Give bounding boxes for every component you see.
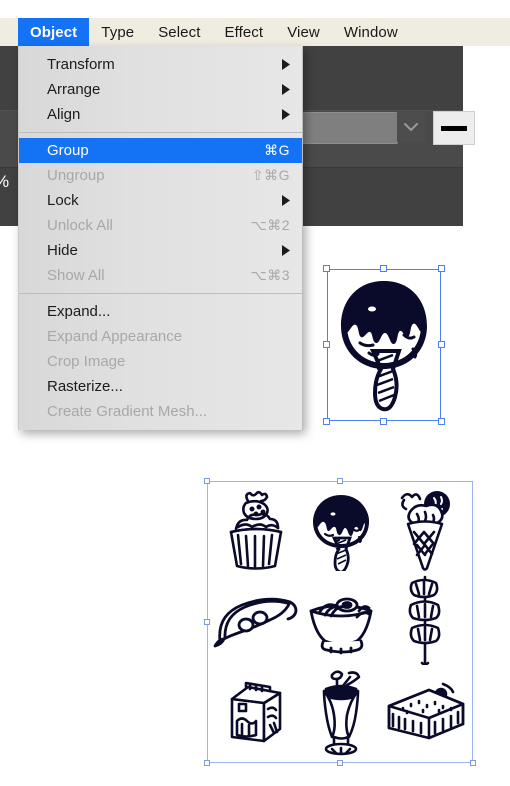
cupcake-with-strawberry-icon bbox=[229, 490, 283, 570]
submenu-arrow-icon bbox=[278, 84, 290, 95]
menu-item-label: Unlock All bbox=[47, 217, 113, 234]
menu-item-label: Expand Appearance bbox=[47, 328, 183, 345]
artwork-cell-cupcake[interactable] bbox=[213, 487, 299, 575]
artwork-grid bbox=[213, 487, 467, 757]
pea-pod-icon bbox=[213, 597, 298, 648]
selection-handle-bottom-right[interactable] bbox=[438, 418, 445, 425]
artboard-food-icons[interactable] bbox=[204, 478, 476, 766]
menubar-item-type[interactable]: Type bbox=[89, 18, 146, 46]
selection-handle-top-left[interactable] bbox=[323, 265, 330, 272]
artboard-handle-top-center[interactable] bbox=[337, 478, 343, 484]
artwork-cell-milk-carton[interactable] bbox=[213, 665, 299, 757]
menu-item-label: Lock bbox=[47, 192, 79, 209]
menu-item-expand[interactable]: Expand... bbox=[19, 299, 302, 324]
menu-item-unlock-all: Unlock All ⌥⌘2 bbox=[19, 213, 302, 238]
menu-item-label: Hide bbox=[47, 242, 78, 259]
zoom-percentage-label: % bbox=[0, 170, 20, 194]
artwork-cell-noodle-bowl[interactable] bbox=[299, 575, 383, 665]
artwork-cell-ice-cream-cone[interactable] bbox=[383, 487, 467, 575]
menubar-item-window[interactable]: Window bbox=[332, 18, 410, 46]
menu-item-label: Rasterize... bbox=[47, 378, 123, 395]
selection-handle-top-right[interactable] bbox=[438, 265, 445, 272]
menu-item-lock[interactable]: Lock bbox=[19, 188, 302, 213]
noodle-bowl-icon bbox=[309, 597, 373, 655]
menu-item-label: Arrange bbox=[47, 81, 101, 98]
milkshake-glass-icon bbox=[322, 670, 361, 756]
menu-item-show-all: Show All ⌥⌘3 bbox=[19, 263, 302, 288]
menu-item-label: Crop Image bbox=[47, 353, 126, 370]
menu-item-shortcut: ⌥⌘2 bbox=[250, 217, 290, 233]
artboard-handle-bottom-right[interactable] bbox=[470, 760, 476, 766]
style-dropdown-field[interactable] bbox=[300, 112, 398, 144]
menu-item-label: Expand... bbox=[47, 303, 111, 320]
selected-artwork-candy-apple[interactable] bbox=[323, 265, 445, 425]
selection-handle-bottom-left[interactable] bbox=[323, 418, 330, 425]
menu-item-crop-image: Crop Image bbox=[19, 349, 302, 374]
stroke-line-icon bbox=[441, 125, 467, 131]
menu-item-expand-appearance: Expand Appearance bbox=[19, 324, 302, 349]
object-dropdown-menu[interactable]: Transform Arrange Align Group ⌘G Ungroup ⇧⌘G Lo… bbox=[18, 46, 303, 430]
menu-item-label: Create Gradient Mesh... bbox=[47, 403, 208, 420]
menu-item-shortcut: ⇧⌘G bbox=[251, 167, 290, 183]
menu-item-label: Transform bbox=[47, 56, 115, 73]
menu-item-label: Ungroup bbox=[47, 167, 105, 184]
menubar-item-effect[interactable]: Effect bbox=[213, 18, 276, 46]
selection-handle-bottom-center[interactable] bbox=[380, 418, 387, 425]
selection-handle-middle-right[interactable] bbox=[438, 341, 445, 348]
menu-item-rasterize[interactable]: Rasterize... bbox=[19, 374, 302, 399]
menu-item-align[interactable]: Align bbox=[19, 102, 302, 127]
menu-item-label: Group bbox=[47, 142, 89, 159]
style-dropdown-button[interactable] bbox=[397, 112, 425, 142]
menubar-item-view[interactable]: View bbox=[275, 18, 332, 46]
artwork-cell-candy-apple[interactable] bbox=[299, 487, 383, 575]
artboard-handle-bottom-left[interactable] bbox=[204, 760, 210, 766]
chevron-down-icon bbox=[404, 122, 418, 132]
submenu-arrow-icon bbox=[278, 245, 290, 256]
artwork-cell-pea-pod[interactable] bbox=[213, 575, 299, 665]
artwork-cell-food-skewer[interactable] bbox=[383, 575, 467, 665]
artboard-handle-top-left[interactable] bbox=[204, 478, 210, 484]
milk-carton-icon bbox=[230, 681, 282, 743]
menu-separator bbox=[19, 132, 302, 133]
artboard-handle-middle-left[interactable] bbox=[204, 619, 210, 625]
menu-item-label: Show All bbox=[47, 267, 105, 284]
menubar-item-object[interactable]: Object bbox=[18, 18, 90, 46]
menu-item-shortcut: ⌥⌘3 bbox=[250, 267, 290, 283]
candy-apple-icon bbox=[313, 495, 369, 571]
artwork-cell-cake-slice[interactable] bbox=[383, 665, 467, 757]
submenu-arrow-icon bbox=[278, 195, 290, 206]
menu-item-group[interactable]: Group ⌘G bbox=[19, 138, 302, 163]
menu-bar: Object Type Select Effect View Window bbox=[0, 18, 510, 46]
menu-item-shortcut: ⌘G bbox=[264, 142, 290, 158]
ice-cream-cone-icon bbox=[400, 491, 450, 571]
selection-handle-top-center[interactable] bbox=[380, 265, 387, 272]
menu-item-label: Align bbox=[47, 106, 81, 123]
menu-item-arrange[interactable]: Arrange bbox=[19, 77, 302, 102]
menu-separator bbox=[19, 293, 302, 294]
menu-item-hide[interactable]: Hide bbox=[19, 238, 302, 263]
submenu-arrow-icon bbox=[278, 59, 290, 70]
menu-item-create-gradient-mesh: Create Gradient Mesh... bbox=[19, 399, 302, 424]
food-skewer-icon bbox=[408, 575, 441, 665]
stroke-weight-swatch[interactable] bbox=[433, 111, 475, 145]
artwork-cell-milkshake-glass[interactable] bbox=[299, 665, 383, 757]
cake-slice-icon bbox=[387, 682, 465, 740]
menubar-item-select[interactable]: Select bbox=[146, 18, 212, 46]
menu-item-transform[interactable]: Transform bbox=[19, 52, 302, 77]
menu-item-ungroup: Ungroup ⇧⌘G bbox=[19, 163, 302, 188]
menu-bar-leading-spacer bbox=[0, 18, 18, 46]
selection-bounding-box bbox=[327, 269, 441, 421]
submenu-arrow-icon bbox=[278, 109, 290, 120]
artboard-handle-bottom-center[interactable] bbox=[337, 760, 343, 766]
selection-handle-middle-left[interactable] bbox=[323, 341, 330, 348]
